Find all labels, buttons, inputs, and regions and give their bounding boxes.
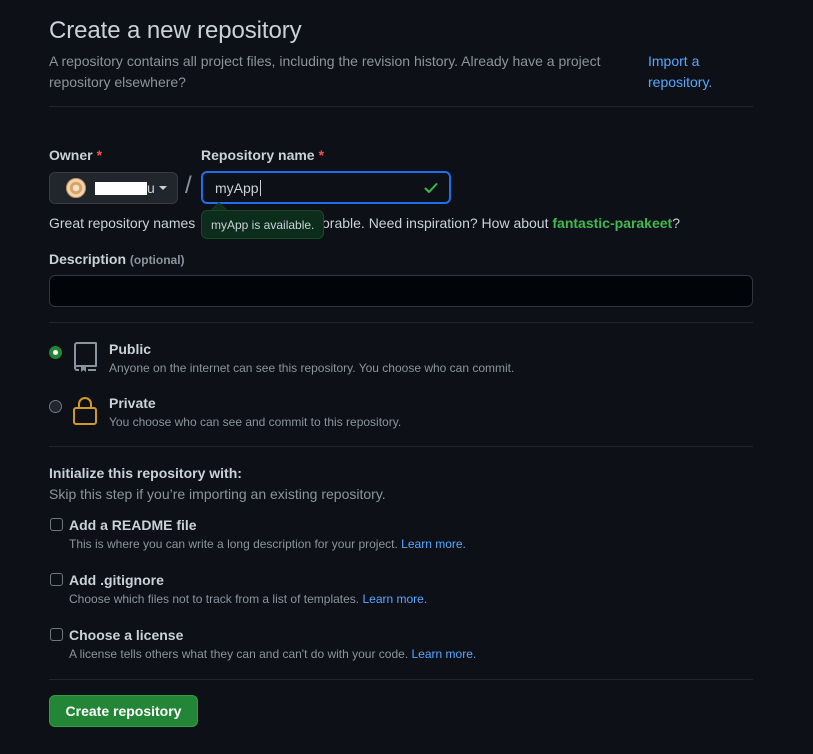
create-repository-button[interactable]: Create repository — [49, 695, 198, 727]
gitignore-checkbox[interactable] — [50, 573, 63, 586]
readme-learn-more-link[interactable]: Learn more. — [401, 537, 466, 551]
gitignore-learn-more-link[interactable]: Learn more. — [362, 592, 427, 606]
chevron-down-icon — [158, 186, 167, 190]
repo-name-input[interactable]: myApp — [201, 171, 451, 204]
readme-option-title: Add a README file — [69, 517, 197, 533]
license-checkbox[interactable] — [50, 628, 63, 641]
avatar — [66, 178, 86, 198]
owner-name: u — [147, 180, 155, 196]
hint-text-prefix: Great repository names — [49, 215, 196, 231]
repo-name-value: myApp — [215, 179, 259, 196]
readme-option-description: This is where you can write a long descr… — [69, 537, 466, 551]
private-radio[interactable] — [49, 400, 62, 413]
divider — [49, 322, 753, 323]
divider — [49, 679, 753, 680]
initialize-subtitle: Skip this step if you’re importing an ex… — [49, 486, 386, 502]
page-description: A repository contains all project files,… — [49, 53, 601, 90]
gitignore-option-title: Add .gitignore — [69, 572, 164, 588]
description-label: Description (optional) — [49, 251, 185, 267]
private-option-title: Private — [109, 395, 156, 411]
page-title: Create a new repository — [49, 17, 302, 44]
lock-icon — [73, 397, 97, 425]
availability-tooltip: myApp is available. — [201, 210, 325, 239]
gitignore-option-description: Choose which files not to track from a l… — [69, 592, 428, 606]
owner-name-redacted — [95, 181, 147, 195]
divider — [49, 106, 753, 107]
public-option-description: Anyone on the internet can see this repo… — [109, 361, 515, 375]
repo-name-label: Repository name * — [201, 147, 325, 163]
description-input[interactable] — [49, 275, 753, 307]
suggested-name-link[interactable]: fantastic-parakeet — [552, 215, 672, 231]
divider — [49, 446, 753, 447]
owner-dropdown[interactable]: u — [49, 172, 178, 204]
initialize-title: Initialize this repository with: — [49, 465, 242, 481]
import-repository-link[interactable]: Import a repository. — [648, 51, 748, 93]
check-icon — [424, 182, 438, 193]
license-option-description: A license tells others what they can and… — [69, 647, 477, 661]
owner-label: Owner * — [49, 147, 103, 163]
public-option-title: Public — [109, 341, 152, 357]
private-option-description: You choose who can see and commit to thi… — [109, 415, 402, 429]
public-radio[interactable] — [49, 346, 62, 359]
license-learn-more-link[interactable]: Learn more. — [412, 647, 477, 661]
hint-text: orable. Need inspiration? How about fant… — [322, 215, 680, 231]
readme-checkbox[interactable] — [50, 518, 63, 531]
repo-icon — [74, 342, 97, 372]
text-cursor — [259, 179, 261, 196]
owner-repo-separator: / — [185, 172, 192, 199]
license-option-title: Choose a license — [69, 627, 184, 643]
tooltip-arrow — [212, 203, 226, 210]
